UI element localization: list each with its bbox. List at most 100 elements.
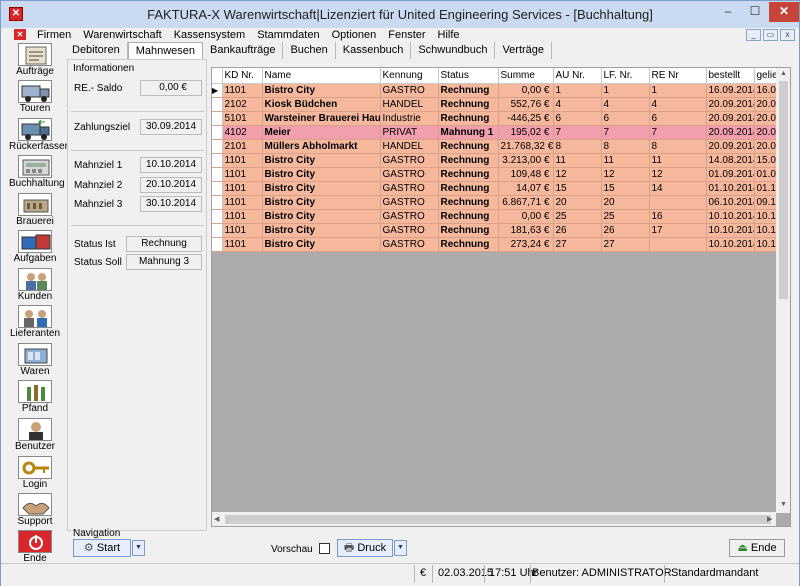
sidebar-item-support[interactable]: Support	[9, 493, 61, 528]
tab-kassenbuch[interactable]: Kassenbuch	[336, 42, 412, 59]
menu-stammdaten[interactable]: Stammdaten	[251, 28, 325, 42]
row-indicator[interactable]	[212, 181, 223, 196]
row-indicator[interactable]	[212, 195, 223, 210]
table-row[interactable]: 1101 Bistro City GASTRO Rechnung 273,24 €27 2…	[212, 237, 779, 252]
tab-buchen[interactable]: Buchen	[283, 42, 336, 59]
sidebar-item-kunden[interactable]: Kunden	[9, 268, 61, 303]
tab-schwundbuch[interactable]: Schwundbuch	[411, 42, 496, 59]
chevron-down-icon: ▼	[397, 544, 404, 551]
sidebar-item-pfand[interactable]: Pfand	[9, 380, 61, 415]
sidebar-item-ende[interactable]: Ende	[9, 530, 61, 565]
table-row[interactable]: ▶ 1101 Bistro City GASTRO Rechnung 0,00 €1 1 1 1…	[212, 83, 779, 98]
close-button[interactable]: ✕	[769, 2, 799, 22]
row-indicator[interactable]	[212, 153, 223, 168]
sidebar-label: Pfand	[21, 403, 49, 414]
row-indicator[interactable]	[212, 125, 223, 140]
scroll-down-icon[interactable]: ▼	[780, 501, 787, 508]
col-summe[interactable]: Summe	[498, 68, 554, 84]
orders-icon	[18, 43, 52, 66]
table-row[interactable]: 1101 Bistro City GASTRO Rechnung 14,07 €15 15…	[212, 181, 779, 196]
cell-status: Rechnung	[438, 111, 499, 126]
cell-summe: 21.768,32 €	[498, 139, 554, 154]
tab-mahnwesen[interactable]: Mahnwesen	[127, 42, 204, 59]
menu-optionen[interactable]: Optionen	[326, 28, 383, 42]
vorschau-label: Vorschau	[271, 544, 313, 555]
table-row[interactable]: 4102 Meier PRIVAT Mahnung 1 195,02 €7 7 7 20.09…	[212, 125, 779, 140]
col-re-nr[interactable]: RE Nr	[649, 68, 707, 84]
cell-summe: 195,02 €	[498, 125, 554, 140]
scroll-right-icon[interactable]: ▶	[767, 515, 772, 523]
mdi-minimize-button[interactable]: _	[746, 29, 761, 41]
tab-debitoren[interactable]: Debitoren	[65, 42, 128, 59]
start-button[interactable]: ⚙ Start	[73, 539, 131, 557]
mdi-document-icon[interactable]: ✕	[14, 29, 26, 40]
mdi-close-button[interactable]: x	[780, 29, 795, 41]
row-indicator[interactable]	[212, 167, 223, 182]
col-bestellt[interactable]: bestellt	[706, 68, 755, 84]
table-row[interactable]: 1101 Bistro City GASTRO Rechnung 181,63 €26 2…	[212, 223, 779, 238]
table-row[interactable]: 1101 Bistro City GASTRO Rechnung 6.867,71 €2…	[212, 195, 779, 210]
sidebar-item-rueckerfassen[interactable]: Rückerfassen	[9, 118, 70, 153]
cell-re-nr	[649, 237, 707, 252]
druck-button[interactable]: 🖶 Druck	[337, 539, 393, 557]
sidebar-item-waren[interactable]: Waren	[9, 343, 61, 378]
menu-kassensystem[interactable]: Kassensystem	[168, 28, 252, 42]
sidebar-item-auftraege[interactable]: Aufträge	[9, 43, 61, 78]
row-indicator[interactable]	[212, 223, 223, 238]
cell-kd-nr: 1101	[222, 167, 263, 182]
vertical-scroll-thumb[interactable]	[779, 81, 788, 299]
row-indicator[interactable]	[212, 139, 223, 154]
col-kd-nr[interactable]: KD Nr.	[222, 68, 263, 84]
menu-firmen[interactable]: Firmen	[31, 28, 77, 42]
scroll-up-icon[interactable]: ▲	[780, 70, 787, 77]
druck-dropdown-button[interactable]: ▼	[394, 540, 407, 556]
row-indicator[interactable]	[212, 97, 223, 112]
sidebar-item-brauerei[interactable]: Brauerei	[9, 193, 61, 228]
row-indicator[interactable]	[212, 111, 223, 126]
vorschau-checkbox[interactable]	[319, 543, 330, 554]
col-geliefert[interactable]: geliefe	[754, 68, 779, 84]
col-name[interactable]: Name	[262, 68, 381, 84]
cell-kennung: HANDEL	[380, 139, 439, 154]
sidebar-item-login[interactable]: Login	[9, 456, 61, 491]
table-row[interactable]: 2101 Müllers Abholmarkt HANDEL Rechnung 21.7…	[212, 139, 779, 154]
table-row[interactable]: 5101 Warsteiner Brauerei Haus Industrie Rec…	[212, 111, 779, 126]
cell-name: Kiosk Büdchen	[262, 97, 381, 112]
ende-label: Ende	[750, 542, 777, 554]
start-dropdown-button[interactable]: ▼	[132, 540, 145, 556]
sidebar-item-aufgaben[interactable]: Aufgaben	[9, 230, 61, 265]
sidebar-item-lieferanten[interactable]: Lieferanten	[9, 305, 61, 340]
cell-re-nr	[649, 195, 707, 210]
sidebar-label: Lieferanten	[9, 328, 61, 339]
cell-bestellt: 20.09.2014	[706, 139, 755, 154]
cell-geliefert: 10.10.	[754, 237, 779, 252]
row-indicator[interactable]	[212, 209, 223, 224]
col-status[interactable]: Status	[438, 68, 499, 84]
table-row[interactable]: 1101 Bistro City GASTRO Rechnung 0,00 €25 25 1…	[212, 209, 779, 224]
col-lf-nr[interactable]: LF. Nr.	[601, 68, 650, 84]
cell-kennung: Industrie	[380, 111, 439, 126]
tab-bankauftraege[interactable]: Bankaufträge	[203, 42, 284, 59]
ende-button[interactable]: ⏏ Ende	[729, 539, 785, 557]
col-au-nr[interactable]: AU Nr.	[553, 68, 602, 84]
cell-summe: 181,63 €	[498, 223, 554, 238]
table-row[interactable]: 2102 Kiosk Büdchen HANDEL Rechnung 552,76 €4…	[212, 97, 779, 112]
tab-vertraege[interactable]: Verträge	[495, 42, 553, 59]
mdi-restore-button[interactable]: ▭	[763, 29, 778, 41]
sidebar-item-touren[interactable]: Touren	[9, 80, 61, 115]
menu-warenwirtschaft[interactable]: Warenwirtschaft	[77, 28, 167, 42]
cell-bestellt: 10.10.2014	[706, 237, 755, 252]
minimize-button[interactable]: –	[715, 2, 741, 22]
menu-hilfe[interactable]: Hilfe	[432, 28, 466, 42]
maximize-button[interactable]: ☐	[742, 2, 768, 22]
table-row[interactable]: 1101 Bistro City GASTRO Rechnung 3.213,00 €1…	[212, 153, 779, 168]
table-row[interactable]: 1101 Bistro City GASTRO Rechnung 109,48 €12 1…	[212, 167, 779, 182]
col-kennung[interactable]: Kennung	[380, 68, 439, 84]
sidebar-item-buchhaltung[interactable]: Buchhaltung	[9, 155, 65, 190]
horizontal-scroll-thumb[interactable]	[225, 515, 771, 524]
row-indicator[interactable]: ▶	[212, 83, 223, 98]
sidebar-item-benutzer[interactable]: Benutzer	[9, 418, 61, 453]
menu-fenster[interactable]: Fenster	[382, 28, 431, 42]
row-indicator[interactable]	[212, 237, 223, 252]
scroll-left-icon[interactable]: ◀	[214, 515, 219, 523]
